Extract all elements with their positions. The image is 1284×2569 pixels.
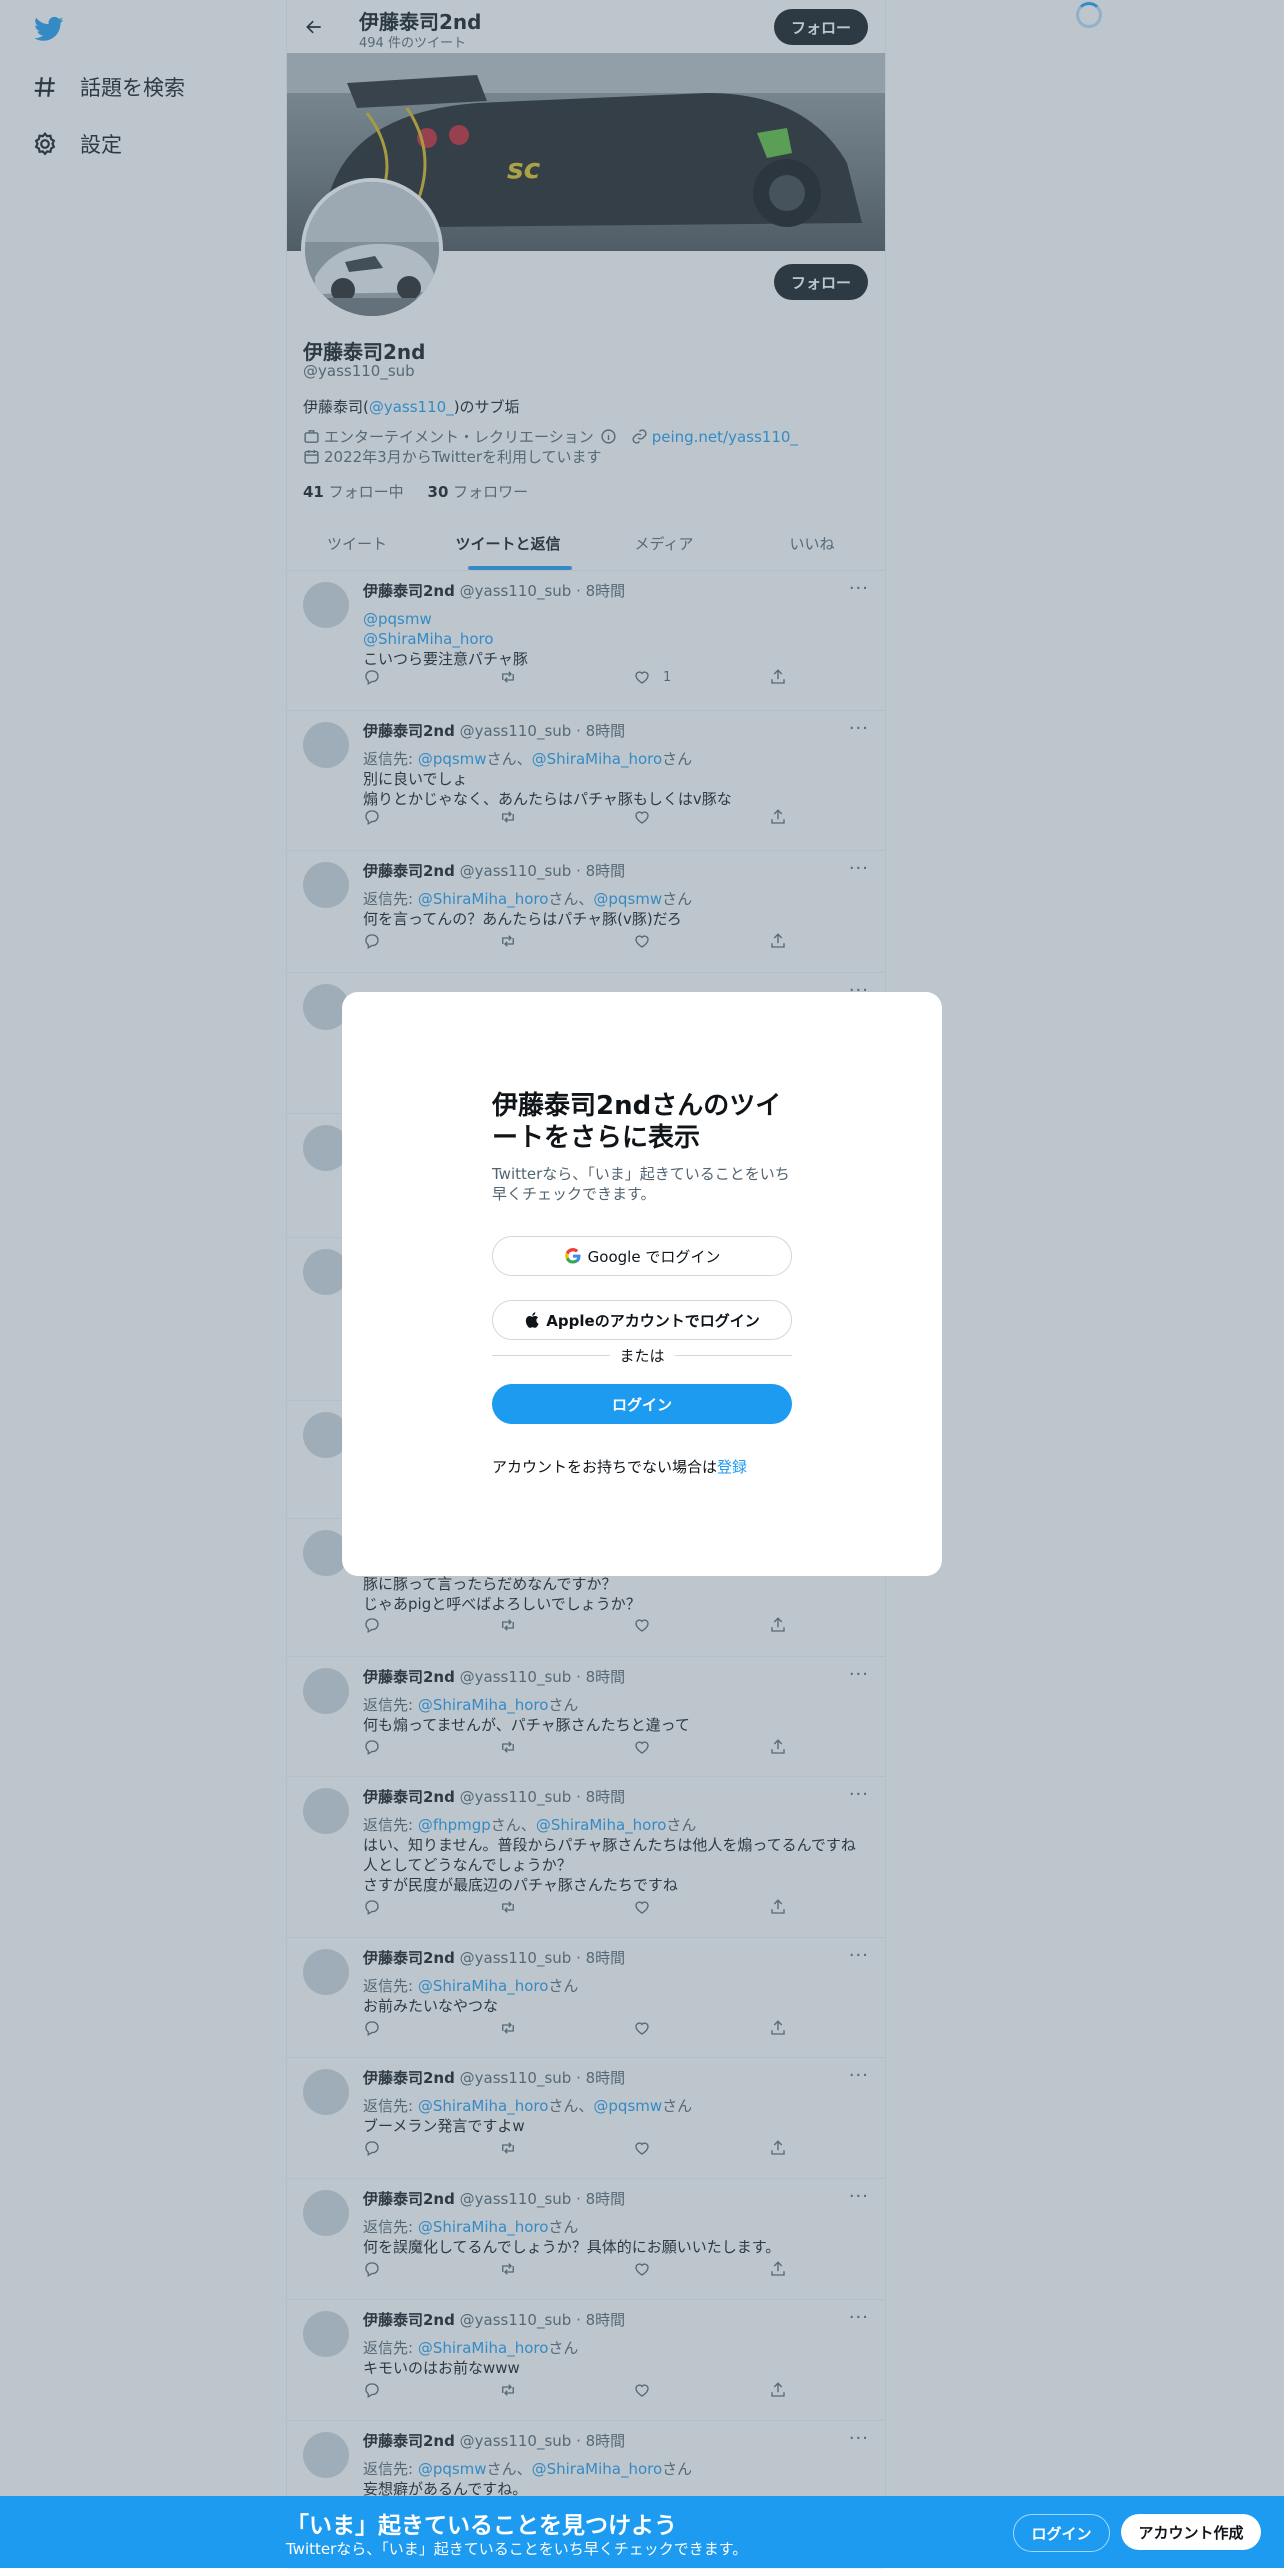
modal-login-button[interactable]: ログイン bbox=[492, 1384, 792, 1424]
bottom-signup-button[interactable]: アカウント作成 bbox=[1121, 2514, 1261, 2550]
bottom-signup-bar: 「いま」起きていることを見つけよう Twitterなら、「いま」起きていることを… bbox=[0, 2496, 1284, 2568]
login-prompt-modal: 伊藤泰司2ndさんのツイートをさらに表示 Twitterなら、「いま」起きている… bbox=[342, 992, 942, 1576]
bottom-bar-title: 「いま」起きていることを見つけよう bbox=[286, 2513, 677, 2539]
google-login-label: Google でログイン bbox=[587, 1247, 721, 1266]
modal-title: 伊藤泰司2ndさんのツイートをさらに表示 bbox=[492, 1091, 782, 1153]
bottom-bar-subtitle: Twitterなら、「いま」起きていることをいち早くチェックできます。 bbox=[286, 2540, 748, 2558]
apple-login-label: Appleのアカウントでログイン bbox=[546, 1311, 760, 1330]
signup-link[interactable]: 登録 bbox=[717, 1458, 747, 1476]
modal-subtitle: Twitterなら、「いま」起きていることをいち早くチェックできます。 bbox=[492, 1165, 790, 1203]
google-g-icon bbox=[564, 1247, 581, 1264]
or-divider: または bbox=[492, 1345, 793, 1365]
apple-icon bbox=[526, 1312, 539, 1328]
signup-prompt: アカウントをお持ちでない場合は登録 bbox=[492, 1458, 748, 1476]
bottom-login-button[interactable]: ログイン bbox=[1013, 2514, 1110, 2552]
google-login-button[interactable]: Google でログイン bbox=[492, 1236, 792, 1276]
apple-login-button[interactable]: Appleのアカウントでログイン bbox=[492, 1300, 792, 1340]
